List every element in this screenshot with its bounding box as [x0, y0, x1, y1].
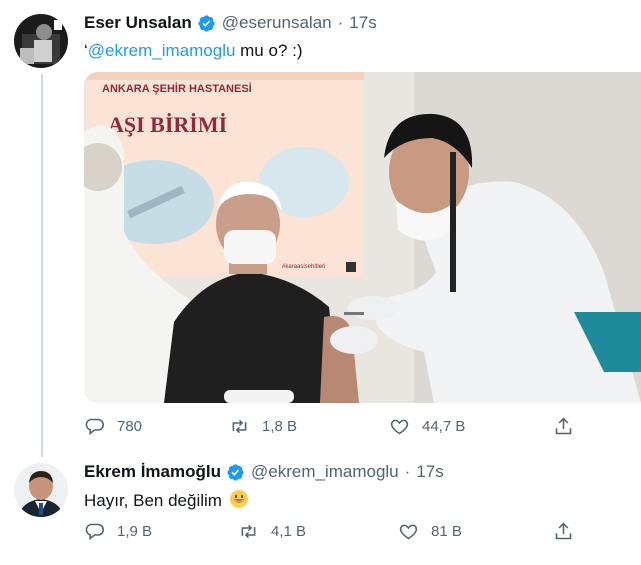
- tweet1-photo[interactable]: ANKARA ŞEHİR HASTANESİ AŞI BİRİMİ #karaa…: [84, 72, 641, 403]
- verified-icon: [197, 14, 216, 33]
- author-handle[interactable]: @eserunsalan: [222, 13, 332, 33]
- banner-hashtag-text: #karaasisehitleri: [282, 264, 325, 270]
- verified-icon: [226, 463, 245, 482]
- author-handle[interactable]: @ekrem_imamoglu: [251, 462, 399, 482]
- reply-icon: [85, 418, 104, 436]
- tweet1-header: Eser Unsalan @eserunsalan · 17s: [84, 13, 377, 33]
- retweet-count: 1,8 B: [262, 418, 298, 435]
- separator-dot: ·: [337, 13, 344, 32]
- retweet-count: 4,1 B: [271, 523, 307, 540]
- grinning-face-emoji-icon: [229, 489, 249, 514]
- share-button[interactable]: [553, 416, 586, 437]
- like-button[interactable]: 44,7 B: [389, 416, 465, 437]
- tweet1-text: ‘@ekrem_imamoglu mu o? :): [84, 41, 303, 61]
- mention-link[interactable]: @ekrem_imamoglu: [88, 41, 236, 60]
- retweet-icon: [241, 524, 256, 539]
- like-count: 81 B: [431, 523, 462, 540]
- reply-count: 1,9 B: [117, 523, 153, 540]
- tweet-text: Hayır, Ben değilim: [84, 491, 222, 510]
- tweet-timestamp[interactable]: 17s: [349, 13, 376, 33]
- author-name[interactable]: Ekrem İmamoğlu: [84, 462, 221, 482]
- reply-button[interactable]: 1,9 B: [84, 521, 152, 542]
- reply-count: 780: [117, 418, 143, 435]
- tweet2-header: Ekrem İmamoğlu @ekrem_imamoglu · 17s: [84, 462, 444, 482]
- separator-dot: ·: [404, 462, 411, 481]
- like-icon: [390, 419, 409, 435]
- share-button[interactable]: [553, 521, 586, 542]
- banner-hospital-text: ANKARA ŞEHİR HASTANESİ: [102, 82, 252, 95]
- banner-title-text: AŞI BİRİMİ: [108, 112, 227, 137]
- author-name[interactable]: Eser Unsalan: [84, 13, 192, 33]
- tweet-timestamp[interactable]: 17s: [416, 462, 443, 482]
- share-icon: [555, 417, 572, 435]
- like-count: 44,7 B: [422, 418, 466, 435]
- text-suffix: mu o? :): [235, 41, 303, 60]
- like-button[interactable]: 81 B: [398, 521, 462, 542]
- reply-icon: [85, 523, 104, 541]
- avatar-ekrem-imamoglu[interactable]: [14, 463, 68, 517]
- retweet-button[interactable]: 4,1 B: [238, 521, 306, 542]
- tweet2-text: Hayır, Ben değilim: [84, 489, 249, 514]
- like-icon: [399, 524, 418, 540]
- retweet-icon: [232, 419, 247, 434]
- reply-button[interactable]: 780: [84, 416, 142, 437]
- thread-line: [41, 74, 43, 457]
- retweet-button[interactable]: 1,8 B: [229, 416, 297, 437]
- avatar-eser-unsalan[interactable]: [14, 14, 68, 68]
- share-icon: [555, 522, 572, 540]
